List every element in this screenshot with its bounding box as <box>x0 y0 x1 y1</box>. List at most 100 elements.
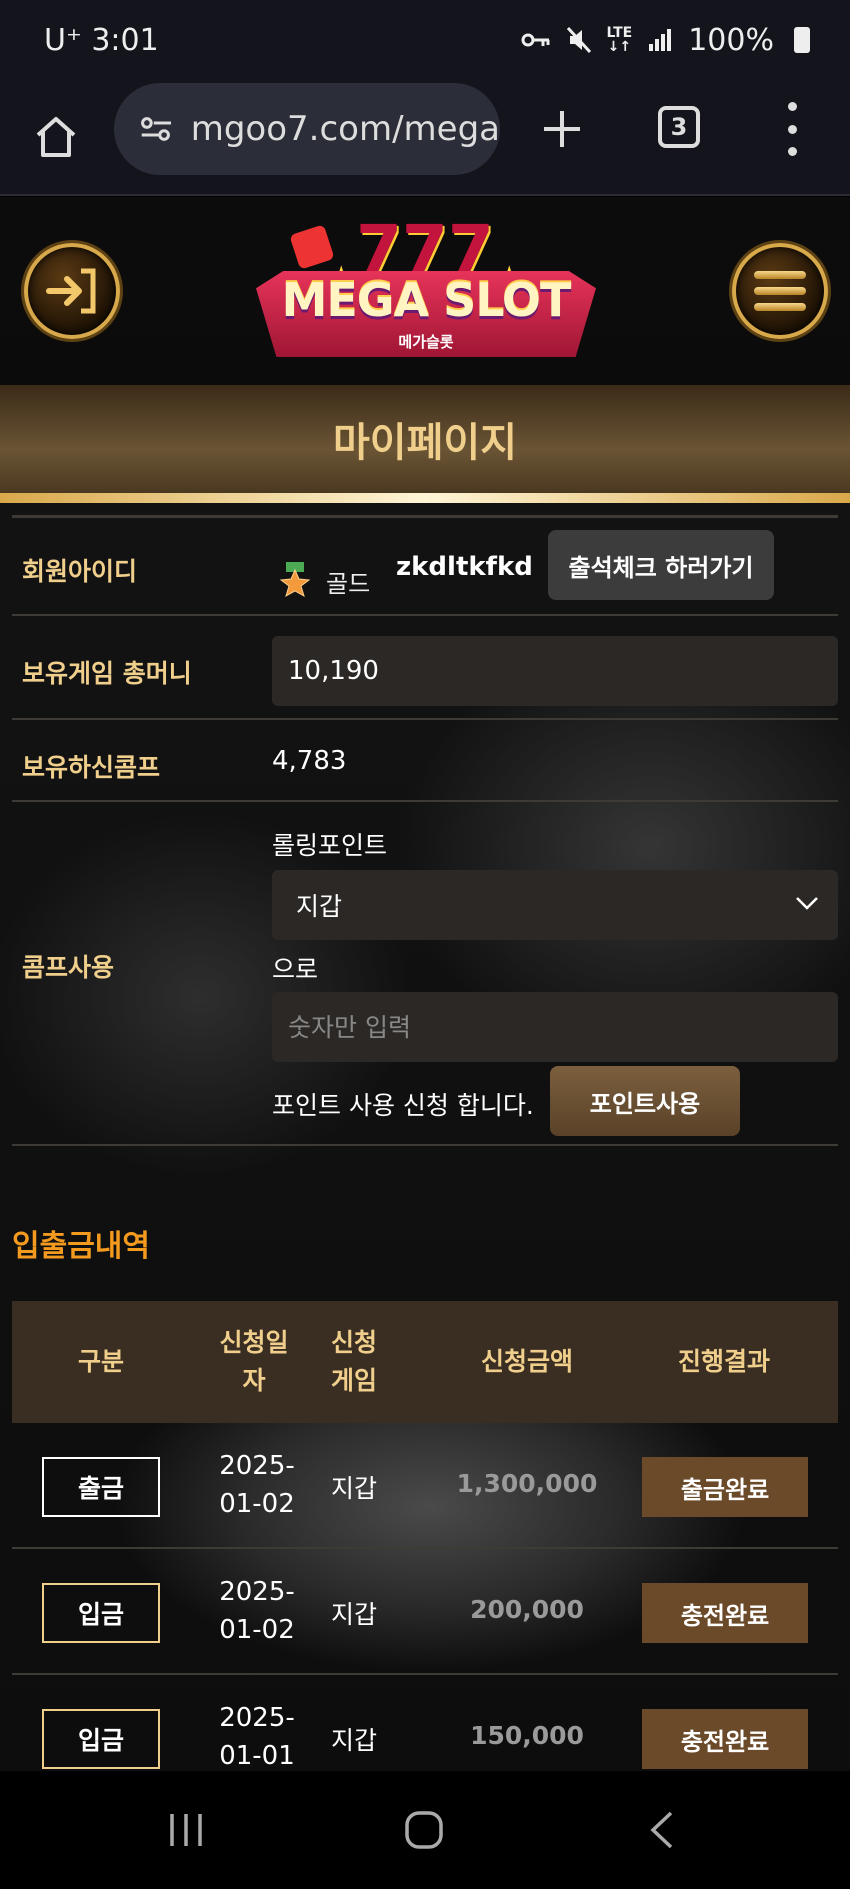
header-date-line2: 자 <box>242 1366 266 1395</box>
clock: 3:01 <box>91 22 159 58</box>
wallet-select-value: 지갑 <box>296 892 343 921</box>
system-navigation-bar <box>0 1771 850 1889</box>
request-date: 2025- 01-01 <box>202 1699 312 1771</box>
back-button[interactable] <box>622 1795 702 1865</box>
home-circle-icon <box>405 1811 443 1849</box>
user-id: zkdltkfkd <box>396 552 533 582</box>
type-badge: 출금 <box>42 1457 160 1517</box>
result-badge: 충전완료 <box>642 1709 808 1769</box>
header-date-line1: 신청일 <box>219 1328 289 1357</box>
title-divider <box>0 493 850 503</box>
page-title-bar: 마이페이지 <box>0 385 850 493</box>
comp-value: 4,783 <box>272 746 347 776</box>
header-type: 구분 <box>77 1347 124 1376</box>
header-date: 신청일자 <box>208 1301 300 1423</box>
site-header: ★ ★ 777 MEGA SLOT 메가슬롯 <box>0 197 850 385</box>
request-game: 지갑 <box>330 1726 377 1755</box>
url-text[interactable]: mgoo7.com/mega <box>191 109 500 149</box>
result-badge: 출금완료 <box>642 1457 808 1517</box>
to-label: 으로 <box>272 955 319 984</box>
header-game: 신청게임 <box>318 1301 390 1423</box>
home-icon <box>36 117 76 157</box>
request-amount: 1,300,000 <box>456 1469 598 1498</box>
history-title: 입출금내역 <box>12 1229 150 1264</box>
type-badge: 입금 <box>42 1583 160 1643</box>
attendance-check-button[interactable]: 출석체크 하러가기 <box>548 530 774 600</box>
game-money-row: 보유게임 총머니 10,190 <box>12 616 838 720</box>
request-game: 지갑 <box>330 1600 377 1629</box>
signal-icon <box>648 28 672 52</box>
home-nav-button[interactable] <box>384 1795 464 1865</box>
result-badge: 충전완료 <box>642 1583 808 1643</box>
recent-apps-button[interactable] <box>146 1795 226 1865</box>
site-settings-icon[interactable] <box>140 113 173 145</box>
request-amount: 200,000 <box>470 1595 584 1624</box>
more-menu-icon[interactable] <box>780 102 804 156</box>
date-line2: 01-01 <box>219 1741 295 1771</box>
recent-apps-icon <box>170 1814 202 1846</box>
request-date: 2025- 01-02 <box>202 1447 312 1523</box>
date-line2: 01-02 <box>219 1615 295 1645</box>
table-row: 출금 2025- 01-02 지갑 1,300,000 출금완료 <box>12 1425 838 1549</box>
hamburger-menu-button[interactable] <box>732 243 828 339</box>
date-line2: 01-02 <box>219 1489 295 1519</box>
network-arrows-icon: ↓↑ <box>607 39 632 55</box>
network-type: LTE <box>606 25 633 41</box>
date-line1: 2025- <box>219 1451 295 1481</box>
site-logo[interactable]: ★ ★ 777 MEGA SLOT 메가슬롯 <box>256 211 596 375</box>
battery-icon <box>794 27 810 53</box>
browser-toolbar: mgoo7.com/mega 3 <box>0 80 850 196</box>
game-money-label: 보유게임 총머니 <box>22 659 192 688</box>
vpn-key-icon <box>521 30 551 50</box>
point-amount-input[interactable] <box>272 992 838 1062</box>
url-bar[interactable]: mgoo7.com/mega <box>114 83 500 175</box>
member-id-label: 회원아이디 <box>22 557 138 586</box>
header-result: 진행결과 <box>677 1347 770 1376</box>
logo-text: MEGA SLOT <box>281 273 572 327</box>
network-indicator: LTE ↓↑ <box>607 26 633 54</box>
request-game: 지갑 <box>330 1474 377 1503</box>
profile-table: 회원아이디 골드 zkdltkfkd 출석체크 하러가기 보유게임 총머니 10… <box>12 515 838 1146</box>
home-button[interactable] <box>0 79 112 195</box>
new-tab-button[interactable] <box>532 80 592 178</box>
chevron-down-icon <box>796 897 818 910</box>
table-row: 입금 2025- 01-01 지갑 150,000 충전완료 <box>12 1677 838 1771</box>
comp-label: 보유하신콤프 <box>22 753 161 782</box>
status-left: U⁺ 3:01 <box>44 23 159 58</box>
header-game-line2: 게임 <box>330 1366 377 1395</box>
comp-use-label: 콤프사용 <box>22 953 115 982</box>
status-bar: U⁺ 3:01 LTE ↓↑ 100% <box>0 0 850 80</box>
mute-icon <box>566 27 591 53</box>
carrier-label: U⁺ <box>44 22 82 58</box>
grade-badge-icon <box>279 562 311 598</box>
battery-percent: 100% <box>688 22 774 58</box>
login-button[interactable] <box>24 243 120 339</box>
web-page: ★ ★ 777 MEGA SLOT 메가슬롯 마이페이지 회원아이디 골드 zk… <box>0 197 850 1771</box>
plus-icon <box>544 111 580 147</box>
status-right: LTE ↓↑ 100% <box>521 22 810 58</box>
table-row: 입금 2025- 01-02 지갑 200,000 충전완료 <box>12 1551 838 1675</box>
rolling-point-label: 롤링포인트 <box>272 831 388 860</box>
comp-use-row: 콤프사용 롤링포인트 지갑 으로 포인트 사용 신청 합니다. 포인트사용 <box>12 802 838 1146</box>
grade-label: 골드 <box>326 570 371 598</box>
header-game-line1: 신청 <box>330 1328 377 1357</box>
date-line1: 2025- <box>219 1577 295 1607</box>
member-id-row: 회원아이디 골드 zkdltkfkd 출석체크 하러가기 <box>12 518 838 616</box>
logo-subtext: 메가슬롯 <box>398 333 454 351</box>
comp-row: 보유하신콤프 4,783 <box>12 720 838 802</box>
date-line1: 2025- <box>219 1703 295 1733</box>
tab-switcher-button[interactable]: 3 <box>658 106 700 148</box>
game-money-value: 10,190 <box>272 636 838 706</box>
point-apply-text: 포인트 사용 신청 합니다. <box>272 1091 534 1120</box>
request-amount: 150,000 <box>470 1721 584 1750</box>
login-arrow-icon <box>46 268 96 314</box>
wallet-select[interactable]: 지갑 <box>272 870 838 940</box>
back-chevron-icon <box>650 1811 673 1849</box>
page-title: 마이페이지 <box>333 420 517 466</box>
use-points-button[interactable]: 포인트사용 <box>550 1066 740 1136</box>
header-amount: 신청금액 <box>480 1347 573 1376</box>
hamburger-icon <box>754 271 806 311</box>
request-date: 2025- 01-02 <box>202 1573 312 1649</box>
type-badge: 입금 <box>42 1709 160 1769</box>
history-table-header: 구분 신청일자 신청게임 신청금액 진행결과 <box>12 1301 838 1423</box>
